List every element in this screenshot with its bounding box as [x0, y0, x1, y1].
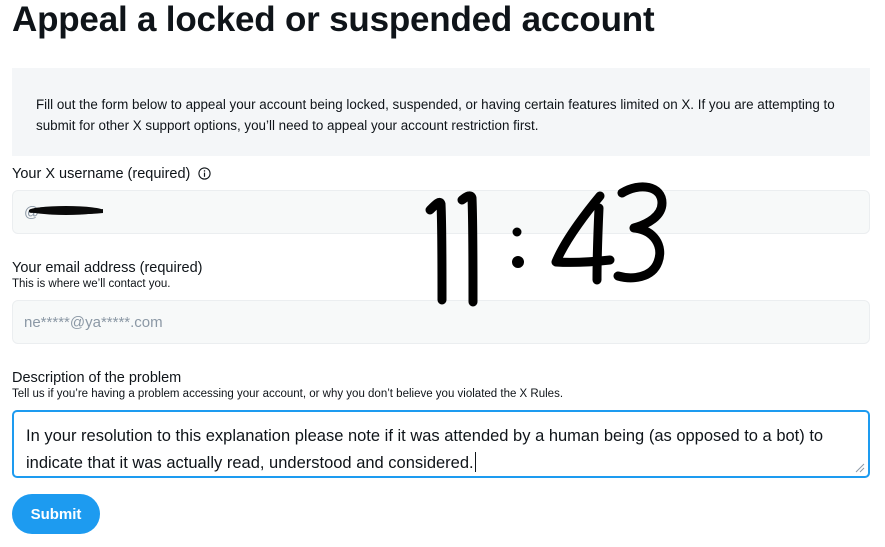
handwritten-time-annotation — [425, 182, 667, 307]
